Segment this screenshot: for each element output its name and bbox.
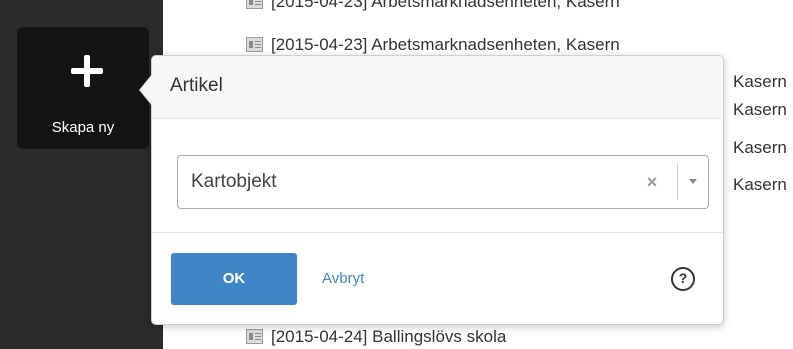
create-article-popover: Artikel Kartobjekt × OK Avbryt ? [139, 55, 724, 325]
popover-footer: OK Avbryt ? [152, 232, 723, 325]
list-item-label: Kasern [733, 175, 787, 194]
create-new-label: Skapa ny [51, 119, 115, 136]
article-type-select[interactable]: Kartobjekt × [177, 155, 709, 209]
document-icon [246, 329, 263, 344]
chevron-down-icon[interactable] [689, 179, 697, 184]
list-item[interactable]: Kasern [733, 174, 787, 196]
document-icon [246, 37, 263, 52]
sidebar: Skapa ny [0, 0, 163, 349]
help-icon[interactable]: ? [671, 267, 695, 291]
plus-icon [71, 55, 103, 87]
list-item[interactable]: Kasern [733, 99, 787, 121]
list-item[interactable]: [2015-04-23] Arbetsmarknadsenheten, Kase… [246, 34, 620, 56]
list-item-label: Kasern [733, 138, 787, 157]
article-type-value: Kartobjekt [191, 171, 277, 192]
list-item[interactable]: Kasern [733, 71, 787, 93]
list-item[interactable]: [2015-04-24] Ballingslövs skola [246, 326, 506, 348]
select-divider [677, 164, 678, 200]
popover-title: Artikel [170, 75, 223, 96]
list-item-label: Kasern [733, 100, 787, 119]
list-item-label: [2015-04-24] Ballingslövs skola [271, 327, 507, 346]
cancel-link[interactable]: Avbryt [322, 270, 364, 287]
popover-arrow [139, 74, 152, 106]
list-item-label: Kasern [733, 72, 787, 91]
list-item-label: [2015-04-23] Arbetsmarknadsenheten, Kase… [271, 35, 620, 54]
create-new-button[interactable]: Skapa ny [17, 27, 149, 149]
list-item[interactable]: Kasern [733, 137, 787, 159]
list-item[interactable]: [2015-04-23] Arbetsmarknadsenheten, Kase… [246, 0, 620, 13]
clear-icon[interactable]: × [642, 170, 662, 194]
list-item-label: [2015-04-23] Arbetsmarknadsenheten, Kase… [271, 0, 620, 11]
document-icon [246, 0, 263, 9]
popover-header: Artikel [152, 56, 723, 119]
ok-button[interactable]: OK [171, 253, 297, 305]
